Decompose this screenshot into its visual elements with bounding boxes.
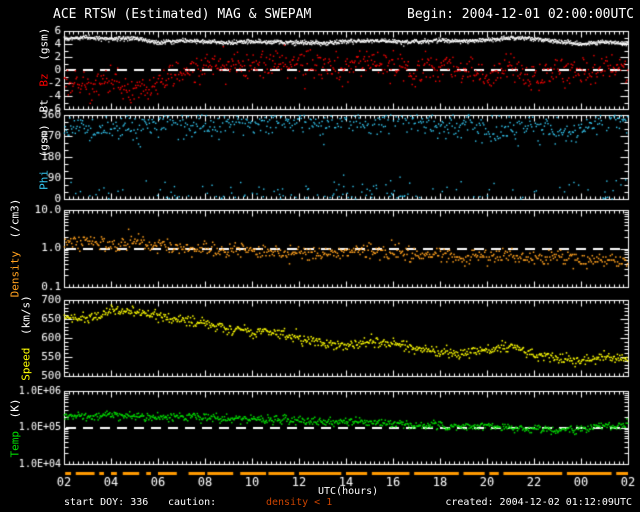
ace-rtsw-plot-window: ACE RTSW (Estimated) MAG & SWEPAM Begin:… [0,0,640,512]
chart-canvas [0,0,640,512]
y-axis-label-speed-text: Speed [19,347,33,381]
y-axis-label-bz: Bz [37,73,51,87]
y-axis-unit-k: (K) [8,398,22,419]
footer-created-timestamp: created: 2004-12-02 01:12:09UTC [445,497,632,508]
y-axis-label-phi-text: Phi [37,169,51,190]
y-axis-unit-gsm: (gsm) [37,27,51,61]
y-axis-label-bt: Bt [37,99,51,113]
y-axis-label-phi: Phi (gsm) [38,121,51,193]
x-axis-label: UTC(hours) [318,486,379,497]
y-axis-label-density-text: Density [8,251,22,298]
y-axis-label-temp: Temp (K) [9,396,22,461]
y-axis-label-bt-bz: Bt Bz (gsm) [38,25,51,116]
begin-timestamp: Begin: 2004-12-01 02:00:00UTC [407,7,634,22]
y-axis-label-density: Density (/cm3) [9,196,22,301]
y-axis-label-speed: Speed (km/s) [20,292,33,384]
y-axis-unit-cm3: (/cm3) [8,198,22,239]
y-axis-label-temp-text: Temp [8,431,22,458]
y-axis-unit-gsm2: (gsm) [37,124,51,158]
footer-caution-label: caution: [168,497,217,508]
footer-start-doy: start DOY: 336 [64,497,149,508]
footer-caution-value: density < 1 [266,497,333,508]
chart-title: ACE RTSW (Estimated) MAG & SWEPAM [53,7,312,22]
y-axis-unit-kms: (km/s) [19,295,33,335]
